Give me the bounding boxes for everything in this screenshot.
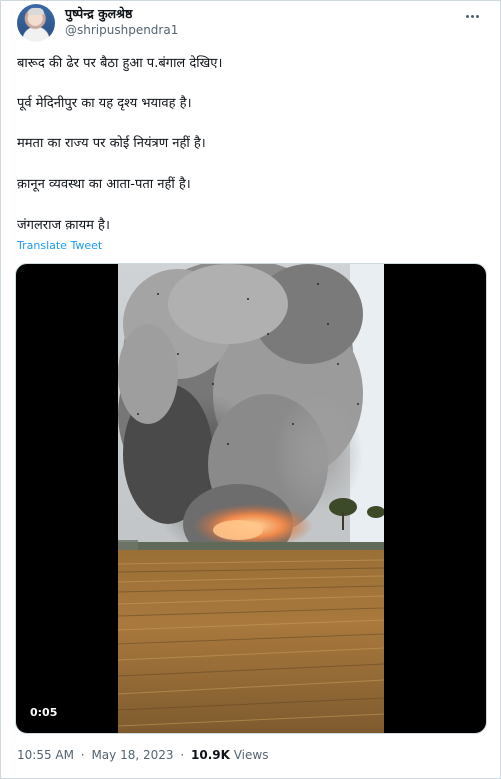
separator: · [180,748,185,762]
translate-tweet-link[interactable]: Translate Tweet [17,239,102,253]
tweet-line: बारूद की ढेर पर बैठा हुआ प.बंगाल देखिए। [17,56,223,71]
tweet-line: जंगलराज क़ायम है। [17,218,110,233]
video-duration: 0:05 [26,705,62,721]
tweet-line: क़ानून व्यवस्था का आता-पता नहीं है। [17,177,191,192]
tweet-header: पुष्पेन्द्र कुलश्रेष्ठ @shripushpendra1 [17,4,488,44]
tweet-time[interactable]: 10:55 AM [17,748,74,762]
more-horizontal-icon-dot [470,14,474,18]
more-horizontal-icon [465,14,469,18]
tweet-metadata: 10:55 AM · May 18, 2023 · 10.9K Views [17,747,268,763]
explosion-scene-image [118,264,384,733]
tweet-card: पुष्पेन्द्र कुलश्रेष्ठ @shripushpendra1 … [0,0,501,779]
author-display-name[interactable]: पुष्पेन्द्र कुलश्रेष्ठ [65,5,178,22]
views-count[interactable]: 10.9K [191,748,230,762]
avatar[interactable] [17,4,55,42]
video-player[interactable]: 0:05 [15,263,487,734]
more-horizontal-icon-dot [475,14,479,18]
views-label: Views [233,748,269,762]
separator: · [80,748,85,762]
tweet-line: पूर्व मेदिनीपुर का यह दृश्य भयावह है। [17,96,192,111]
video-thumbnail [118,264,384,733]
tweet-date[interactable]: May 18, 2023 [91,748,173,762]
author-names: पुष्पेन्द्र कुलश्रेष्ठ @shripushpendra1 [65,5,178,38]
tweet-line: ममता का राज्य पर कोई नियंत्रण नहीं है। [17,136,206,151]
more-options-button[interactable] [462,7,482,25]
author-handle[interactable]: @shripushpendra1 [65,22,178,38]
